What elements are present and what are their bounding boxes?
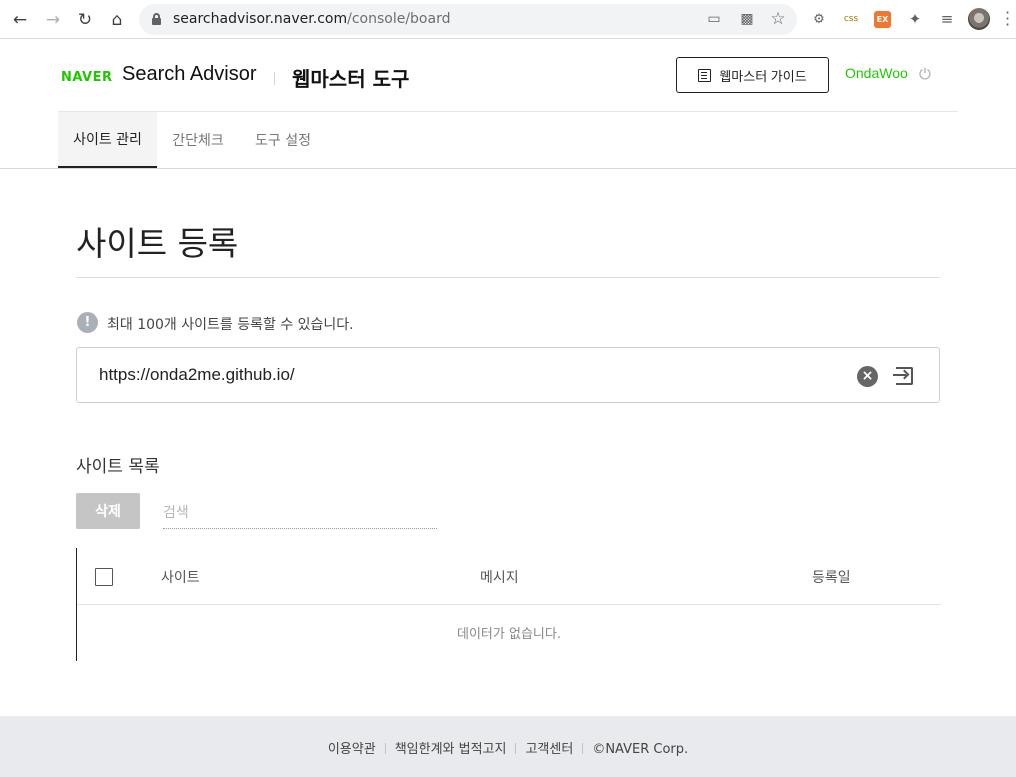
- extension-gear-icon[interactable]: ⚙: [809, 9, 829, 29]
- lock-icon[interactable]: [152, 13, 161, 25]
- search-input[interactable]: [163, 498, 437, 529]
- home-icon[interactable]: ⌂: [106, 9, 128, 31]
- extension-ex-icon[interactable]: EX: [874, 11, 891, 28]
- clear-input-icon[interactable]: ×: [857, 366, 878, 387]
- column-header-site[interactable]: 사이트: [161, 567, 200, 587]
- bookmark-star-icon[interactable]: ☆: [769, 9, 787, 29]
- site-list-title: 사이트 목록: [76, 457, 160, 477]
- tabs-divider: [0, 168, 1016, 169]
- delete-button[interactable]: 삭제: [76, 493, 140, 529]
- footer: 이용약관 책임한계와 법적고지 고객센터 ©NAVER Corp.: [0, 716, 1016, 777]
- cast-icon[interactable]: ▭: [705, 10, 723, 28]
- user-name[interactable]: OndaWoo: [845, 65, 908, 81]
- column-header-date[interactable]: 등록일: [812, 567, 851, 587]
- naver-logo[interactable]: NAVER: [61, 70, 113, 85]
- webmaster-guide-button[interactable]: 웹마스터 가이드: [676, 57, 829, 93]
- webmaster-guide-label: 웹마스터 가이드: [719, 68, 807, 84]
- extensions-puzzle-icon[interactable]: ✦: [905, 9, 925, 29]
- tool-title[interactable]: 웹마스터 도구: [292, 63, 409, 92]
- table-header: 사이트 메시지 등록일: [77, 548, 941, 605]
- reload-icon[interactable]: ↻: [74, 9, 96, 31]
- footer-separator: [384, 743, 386, 754]
- info-message: 최대 100개 사이트를 등록할 수 있습니다.: [107, 317, 354, 333]
- tab-quick-check[interactable]: 간단체크: [159, 112, 237, 168]
- select-all-checkbox[interactable]: [95, 568, 113, 586]
- footer-separator: [582, 743, 584, 754]
- column-header-message[interactable]: 메시지: [480, 567, 519, 587]
- footer-link-support[interactable]: 고객센터: [525, 742, 573, 757]
- footer-copyright: ©NAVER Corp.: [592, 742, 689, 757]
- media-queue-icon[interactable]: ≡: [937, 9, 957, 29]
- back-icon[interactable]: ←: [9, 9, 31, 31]
- site-url-input[interactable]: [99, 362, 839, 388]
- footer-links: 이용약관 책임한계와 법적고지 고객센터 ©NAVER Corp.: [0, 738, 1016, 757]
- browser-menu-icon[interactable]: · · ·: [1005, 5, 1010, 33]
- url-text[interactable]: searchadvisor.naver.com/console/board: [173, 11, 450, 27]
- document-icon: [698, 68, 712, 82]
- site-url-field: ×: [76, 347, 940, 403]
- qr-code-icon[interactable]: ▩: [738, 10, 756, 28]
- title-divider-line: [76, 277, 940, 278]
- footer-link-legal[interactable]: 책임한계와 법적고지: [395, 742, 507, 757]
- site-title[interactable]: Search Advisor: [122, 63, 257, 86]
- profile-avatar[interactable]: [968, 8, 990, 30]
- extension-css-icon[interactable]: css: [841, 9, 861, 29]
- footer-separator: [515, 743, 517, 754]
- forward-icon[interactable]: →: [42, 9, 64, 31]
- title-divider: [274, 72, 275, 85]
- info-exclamation-icon: !: [77, 312, 98, 333]
- footer-link-terms[interactable]: 이용약관: [328, 742, 376, 757]
- empty-table-message: 데이터가 없습니다.: [457, 627, 561, 642]
- address-bar[interactable]: searchadvisor.naver.com/console/board ▭ …: [139, 4, 797, 35]
- logout-power-icon[interactable]: ⏻: [919, 66, 935, 82]
- site-table: 사이트 메시지 등록일 데이터가 없습니다.: [76, 548, 941, 661]
- tab-tool-settings[interactable]: 도구 설정: [242, 112, 324, 168]
- submit-register-icon[interactable]: [893, 365, 915, 387]
- tab-site-management[interactable]: 사이트 관리: [58, 112, 157, 168]
- browser-toolbar: ← → ↻ ⌂ searchadvisor.naver.com/console/…: [0, 0, 1016, 39]
- page-title: 사이트 등록: [76, 224, 239, 263]
